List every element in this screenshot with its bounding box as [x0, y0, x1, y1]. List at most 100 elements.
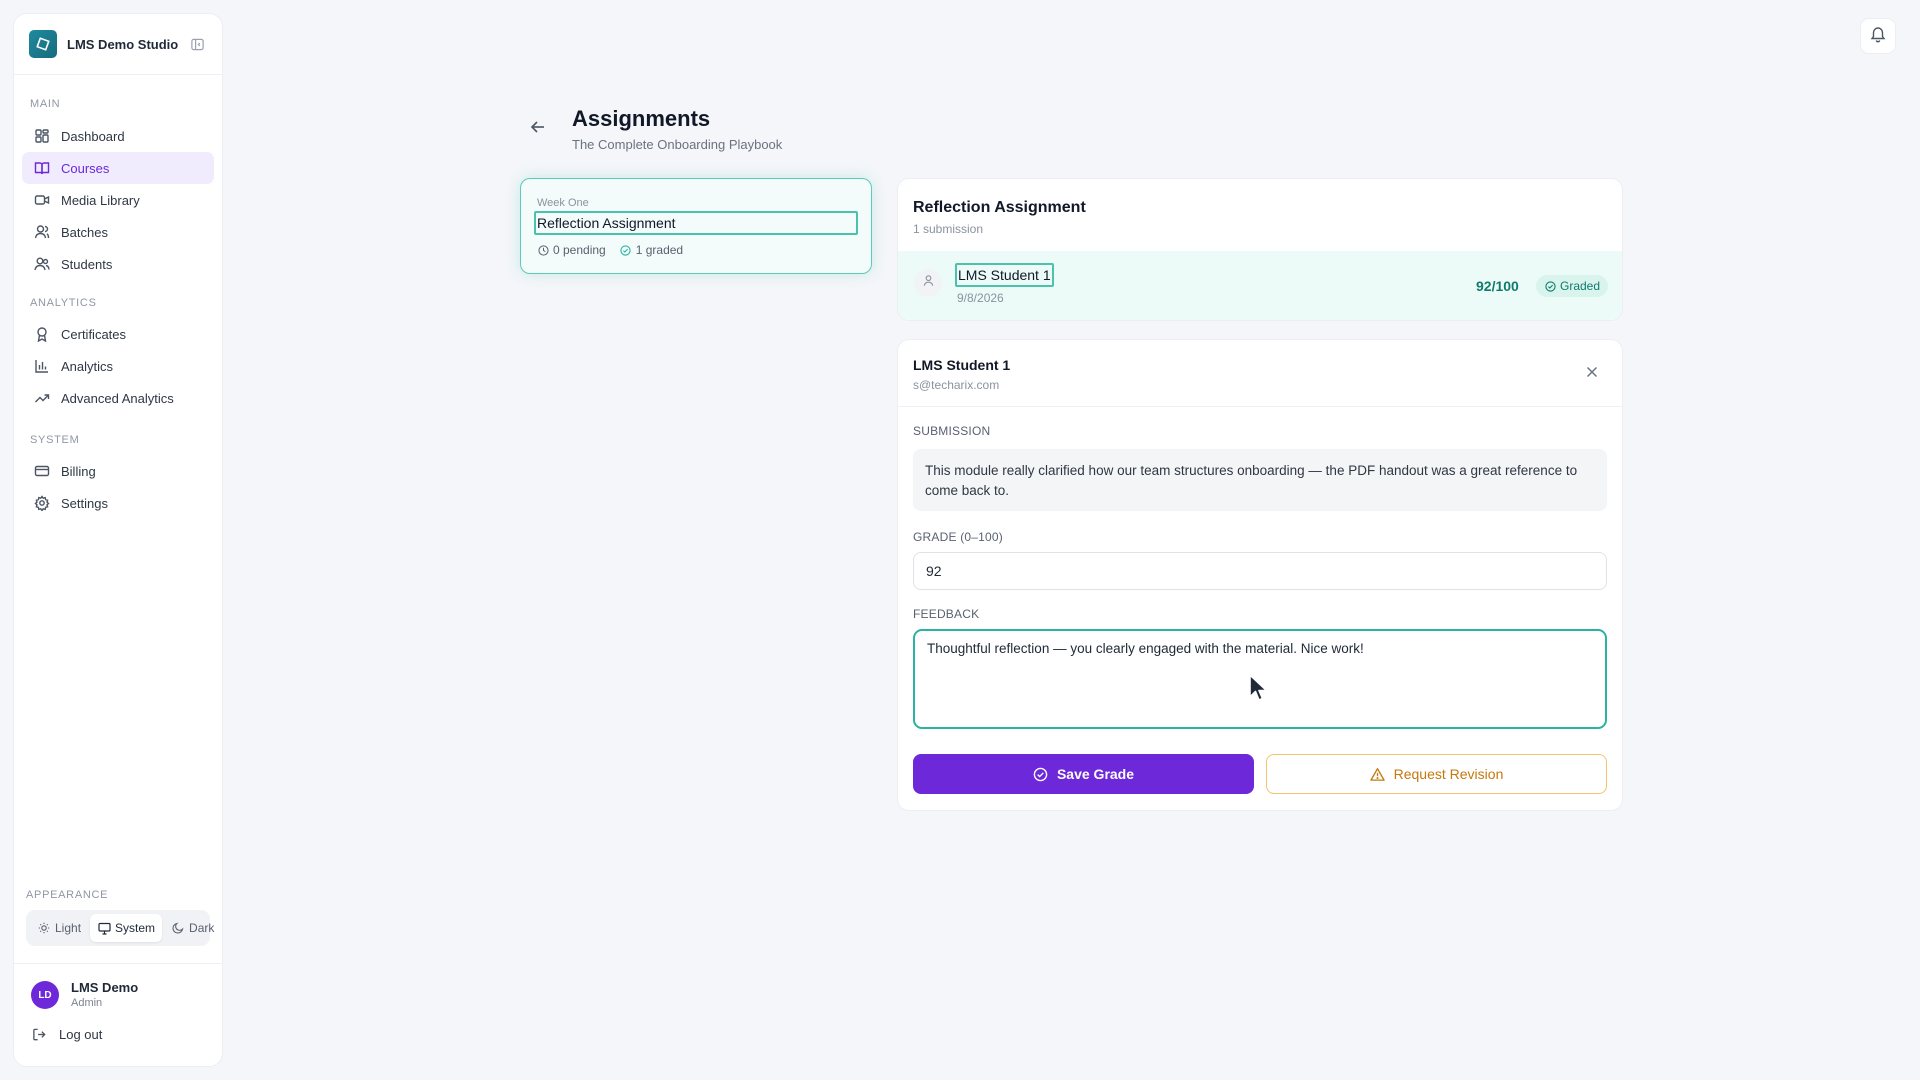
- theme-option-light[interactable]: Light: [30, 914, 88, 942]
- sidebar-item-media-library[interactable]: Media Library: [22, 184, 214, 216]
- sidebar-item-label: Media Library: [61, 192, 140, 208]
- brand-logo-icon: [29, 30, 57, 58]
- app-name: LMS Demo Studio: [67, 36, 179, 52]
- page-title: Assignments: [572, 106, 711, 131]
- sun-icon: [37, 921, 51, 935]
- sidebar-item-label: Batches: [61, 224, 108, 240]
- sidebar-item-label: Students: [61, 256, 113, 272]
- close-icon: [1586, 365, 1598, 383]
- theme-option-label: System: [115, 921, 156, 935]
- theme-option-label: Dark: [189, 921, 215, 935]
- sidebar-footer: LD LMS Demo Admin Log out: [14, 963, 222, 1042]
- sidebar-item-batches[interactable]: Batches: [22, 216, 214, 248]
- users-icon: [33, 255, 51, 273]
- sidebar-item-label: Billing: [61, 463, 96, 479]
- sidebar-item-dashboard[interactable]: Dashboard: [22, 120, 214, 152]
- submissions-title: Reflection Assignment: [913, 199, 1086, 216]
- sidebar-item-label: Advanced Analytics: [61, 390, 174, 406]
- arrow-left-icon: [529, 118, 547, 141]
- submission-student-name: LMS Student 1: [955, 263, 1054, 287]
- pending-count: 0 pending: [553, 243, 606, 257]
- sidebar-item-label: Settings: [61, 495, 108, 511]
- save-grade-button[interactable]: Save Grade: [913, 754, 1254, 794]
- status-badge: Graded: [1536, 275, 1609, 297]
- award-icon: [33, 325, 51, 343]
- logout-button[interactable]: Log out: [31, 1026, 205, 1042]
- notifications-button[interactable]: [1860, 18, 1896, 54]
- mouse-cursor-icon: [1248, 673, 1272, 703]
- book-icon: [33, 159, 51, 177]
- sidebar-item-courses[interactable]: Courses: [22, 152, 214, 184]
- sidebar-collapse-icon[interactable]: [188, 35, 206, 53]
- moon-icon: [171, 921, 185, 935]
- sidebar-item-analytics[interactable]: Analytics: [22, 350, 214, 382]
- theme-option-system[interactable]: System: [90, 914, 163, 942]
- bell-icon: [1869, 25, 1887, 48]
- user-role: Admin: [71, 997, 103, 1009]
- trending-up-icon: [33, 389, 51, 407]
- theme-option-label: Light: [55, 921, 82, 935]
- user-icon: [922, 274, 935, 292]
- sidebar-item-label: Dashboard: [61, 128, 125, 144]
- submission-row[interactable]: LMS Student 1 9/8/2026 92/100 Graded: [898, 251, 1622, 320]
- section-label: SYSTEM: [30, 434, 80, 446]
- grading-student-name: LMS Student 1: [913, 357, 1011, 373]
- submission-label: SUBMISSION: [913, 424, 991, 438]
- video-icon: [33, 191, 51, 209]
- grade-input[interactable]: [913, 552, 1607, 590]
- credit-card-icon: [33, 462, 51, 480]
- sidebar-item-label: Certificates: [61, 326, 127, 342]
- grading-header: LMS Student 1 s@techarix.com: [898, 340, 1622, 407]
- section-label: MAIN: [30, 98, 61, 110]
- warning-icon: [1370, 766, 1386, 782]
- submission-date: 9/8/2026: [957, 291, 1004, 305]
- clock-icon: [537, 244, 549, 256]
- bar-chart-icon: [33, 357, 51, 375]
- nav-section-analytics: ANALYTICS Certificates Analytics Advance…: [14, 296, 222, 414]
- nav-section-system: SYSTEM Billing Settings: [14, 433, 222, 519]
- student-avatar: [914, 269, 942, 297]
- feedback-label: FEEDBACK: [913, 607, 980, 621]
- sidebar-item-advanced-analytics[interactable]: Advanced Analytics: [22, 382, 214, 414]
- assignment-title: Reflection Assignment: [534, 211, 858, 235]
- sidebar-item-students[interactable]: Students: [22, 248, 214, 280]
- batches-icon: [33, 223, 51, 241]
- brand: LMS Demo Studio: [14, 14, 222, 75]
- assignment-week: Week One: [537, 197, 589, 209]
- check-circle-icon: [1033, 766, 1049, 782]
- back-button[interactable]: [526, 117, 550, 141]
- sidebar-item-label: Analytics: [61, 358, 114, 374]
- nav-section-main: MAIN Dashboard Courses Media Library Bat…: [14, 97, 222, 280]
- logout-label: Log out: [59, 1026, 103, 1042]
- sidebar-item-certificates[interactable]: Certificates: [22, 318, 214, 350]
- avatar: LD: [31, 981, 59, 1009]
- page-subtitle: The Complete Onboarding Playbook: [572, 137, 783, 152]
- monitor-icon: [97, 921, 111, 935]
- submissions-panel: Reflection Assignment 1 submission LMS S…: [897, 178, 1623, 321]
- submissions-count: 1 submission: [913, 222, 984, 236]
- request-revision-button[interactable]: Request Revision: [1266, 754, 1607, 794]
- section-label: ANALYTICS: [30, 297, 97, 309]
- sidebar-item-settings[interactable]: Settings: [22, 487, 214, 519]
- check-circle-icon: [620, 244, 632, 256]
- grade-label: GRADE (0–100): [913, 530, 1003, 544]
- save-grade-label: Save Grade: [1056, 766, 1135, 782]
- close-button[interactable]: [1582, 364, 1602, 384]
- graded-stat: 1 graded: [620, 243, 683, 257]
- user-profile[interactable]: LD LMS Demo Admin: [31, 980, 205, 1010]
- submission-text: This module really clarified how our tea…: [913, 449, 1607, 511]
- assignment-stats: 0 pending 1 graded: [537, 243, 697, 257]
- user-meta: LMS Demo Admin: [71, 980, 138, 1010]
- grading-student-email: s@techarix.com: [913, 378, 1000, 392]
- sidebar: LMS Demo Studio MAIN Dashboard Courses M…: [13, 13, 223, 1067]
- submission-score: 92/100: [1476, 278, 1519, 294]
- graded-count: 1 graded: [635, 243, 684, 257]
- assignment-card[interactable]: Week One Reflection Assignment 0 pending…: [520, 178, 872, 274]
- section-label: APPEARANCE: [26, 889, 109, 901]
- status-badge-label: Graded: [1560, 279, 1601, 293]
- sidebar-item-billing[interactable]: Billing: [22, 455, 214, 487]
- logout-icon: [31, 1026, 47, 1042]
- gear-icon: [33, 494, 51, 512]
- dashboard-icon: [33, 127, 51, 145]
- theme-option-dark[interactable]: Dark: [164, 914, 221, 942]
